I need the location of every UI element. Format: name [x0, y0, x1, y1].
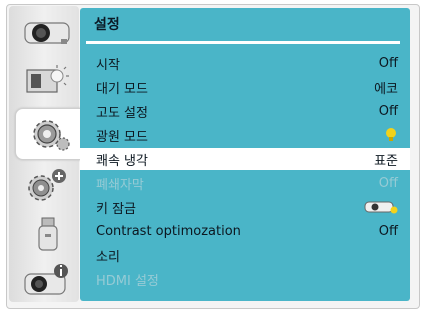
menu-row-light-mode[interactable]: 광원 모드 — [80, 124, 410, 146]
menu-row-closed-caption: 폐쇄자막 Off — [80, 172, 410, 194]
title-divider — [86, 41, 400, 44]
panel-title: 설정 — [94, 17, 120, 33]
projector-icon — [24, 22, 70, 44]
row-label: 키 잠금 — [96, 201, 137, 217]
row-label: HDMI 설정 — [96, 273, 159, 289]
sidebar-item-extended[interactable] — [17, 164, 77, 208]
row-label: 시작 — [96, 57, 120, 73]
sidebar-item-info[interactable] — [17, 258, 77, 302]
menu-row-altitude[interactable]: 고도 설정 Off — [80, 100, 410, 122]
row-label: 고도 설정 — [96, 105, 148, 121]
row-label: 폐쇄자막 — [96, 177, 144, 193]
menu-row-startup[interactable]: 시작 Off — [80, 52, 410, 74]
menu-row-fast-cooling[interactable]: 쾌속 냉각 표준 — [80, 148, 410, 170]
row-value: 표준 — [374, 153, 398, 169]
settings-panel: 설정 시작 Off 대기 모드 에코 고도 설정 Off 광원 모드 쾌속 냉각… — [80, 8, 410, 301]
sidebar-item-settings[interactable] — [15, 108, 87, 160]
menu-row-key-lock[interactable]: 키 잠금 — [80, 196, 410, 218]
menu-row-sound[interactable]: 소리 — [80, 244, 410, 266]
row-label: 광원 모드 — [96, 129, 148, 145]
gear-plus-icon — [28, 169, 66, 201]
row-value: Off — [378, 223, 398, 239]
row-value: Off — [378, 175, 398, 191]
row-value: Off — [378, 103, 398, 119]
row-value: 에코 — [374, 81, 398, 97]
menu-row-hdmi-settings: HDMI 설정 — [80, 268, 410, 290]
gear-icon — [33, 120, 70, 151]
lamp-icon — [384, 127, 398, 143]
menu-row-standby[interactable]: 대기 모드 에코 — [80, 76, 410, 98]
image-brightness-icon — [26, 65, 69, 93]
row-label: 대기 모드 — [96, 81, 148, 97]
row-label: Contrast optimozation — [96, 223, 241, 239]
menu-row-contrast-optimization[interactable]: Contrast optimozation Off — [80, 220, 410, 242]
sidebar-item-projector[interactable] — [17, 8, 77, 52]
sidebar-item-image[interactable] — [17, 58, 77, 102]
row-value: Off — [378, 55, 398, 71]
projector-info-icon — [24, 264, 68, 295]
sidebar — [9, 6, 87, 302]
row-label: 쾌속 냉각 — [96, 153, 148, 169]
usb-icon — [38, 217, 58, 251]
row-label: 소리 — [96, 249, 120, 265]
sidebar-item-usb[interactable] — [17, 212, 77, 256]
projector-lock-icon — [364, 200, 398, 214]
